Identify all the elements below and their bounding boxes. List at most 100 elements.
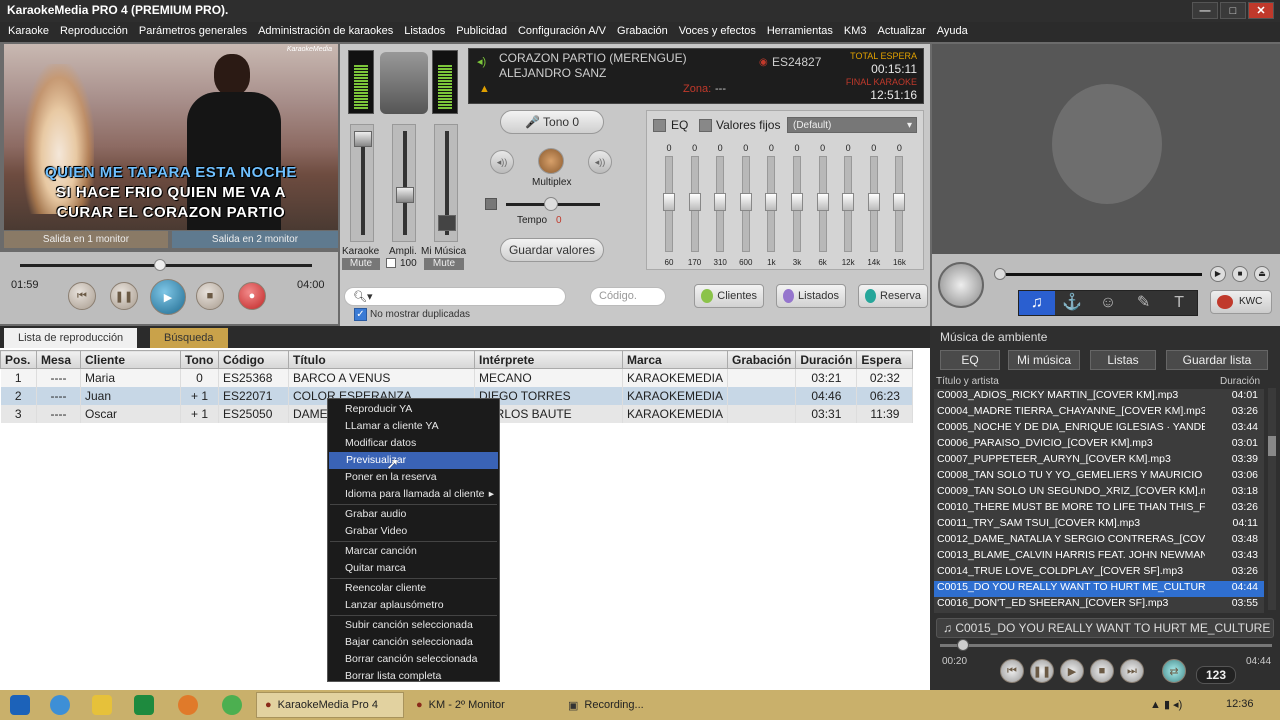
ambient-seek-knob[interactable] bbox=[994, 268, 1006, 280]
list-item[interactable]: C0015_DO YOU REALLY WANT TO HURT ME_CULT… bbox=[934, 581, 1264, 597]
tab-search[interactable]: Búsqueda bbox=[150, 328, 228, 348]
menu-parametros[interactable]: Parámetros generales bbox=[139, 25, 247, 39]
menu-item-idioma[interactable]: Idioma para llamada al cliente ▸ bbox=[328, 486, 499, 503]
col-codigo[interactable]: Código bbox=[218, 350, 289, 369]
clientes-button[interactable]: Clientes bbox=[694, 284, 764, 308]
menu-item-aplausometro[interactable]: Lanzar aplausómetro bbox=[328, 597, 499, 614]
menu-item-borrar-cancion[interactable]: Borrar canción seleccionada bbox=[328, 651, 499, 668]
eq-band-3k[interactable]: 0 3k bbox=[789, 143, 805, 267]
multiplex-button[interactable] bbox=[538, 148, 564, 174]
listas-button[interactable]: Listas bbox=[1090, 350, 1156, 370]
eq-band-600[interactable]: 0 600 bbox=[738, 143, 754, 267]
ampli-volume-slider[interactable] bbox=[392, 124, 416, 242]
menu-grabacion[interactable]: Grabación bbox=[617, 25, 668, 39]
list-item[interactable]: C0011_TRY_SAM TSUI_[COVER KM].mp3 04:11 bbox=[934, 517, 1264, 533]
reserva-button[interactable]: Reserva bbox=[858, 284, 928, 308]
eq-band-310[interactable]: 0 310 bbox=[712, 143, 728, 267]
fixed-values-checkbox[interactable] bbox=[699, 119, 712, 132]
eq-band-slider[interactable] bbox=[688, 156, 701, 252]
guardar-lista-button[interactable]: Guardar lista bbox=[1166, 350, 1268, 370]
mi-musica-button[interactable]: Mi música bbox=[1008, 350, 1080, 370]
eq-band-slider[interactable] bbox=[765, 156, 778, 252]
menu-item-poner-reserva[interactable]: Poner en la reserva bbox=[328, 469, 499, 486]
menu-publicidad[interactable]: Publicidad bbox=[456, 25, 507, 39]
tab-playlist[interactable]: Lista de reproducción bbox=[4, 328, 138, 348]
output-2-monitor-button[interactable]: Salida en 2 monitor bbox=[172, 231, 338, 248]
eq-band-slider[interactable] bbox=[867, 156, 880, 252]
col-duration-header[interactable]: Duración bbox=[1220, 376, 1260, 387]
col-tono[interactable]: Tono bbox=[180, 350, 219, 369]
col-title-header[interactable]: Título y artista bbox=[936, 376, 999, 387]
taskbar-item-km-monitor[interactable]: ● KM - 2º Monitor bbox=[408, 692, 556, 718]
pause-button[interactable]: ❚❚ bbox=[110, 282, 138, 310]
list-item[interactable]: C0016_DON'T_ED SHEERAN_[COVER SF].mp3 03:… bbox=[934, 597, 1264, 613]
tono-button[interactable]: 🎤 Tono 0 bbox=[500, 110, 604, 134]
list-item[interactable]: C0009_TAN SOLO UN SEGUNDO_XRIZ_[COVER KM… bbox=[934, 485, 1264, 501]
eq-band-170[interactable]: 0 170 bbox=[687, 143, 703, 267]
col-pos[interactable]: Pos. bbox=[0, 350, 37, 369]
list-item[interactable]: C0013_BLAME_CALVIN HARRIS FEAT. JOHN NEW… bbox=[934, 549, 1264, 565]
ambient-next-button[interactable]: ⏭ bbox=[1120, 659, 1144, 683]
eq-band-slider[interactable] bbox=[816, 156, 829, 252]
menu-administracion[interactable]: Administración de karaokes bbox=[258, 25, 393, 39]
ie-icon[interactable] bbox=[50, 695, 70, 715]
list-item[interactable]: C0012_DAME_NATALIA Y SERGIO CONTRERAS_[C… bbox=[934, 533, 1264, 549]
eq-band-6k[interactable]: 0 6k bbox=[815, 143, 831, 267]
ambient-play-icon[interactable]: ▶ bbox=[1210, 266, 1226, 282]
voice-right-icon[interactable]: ◂)) bbox=[588, 150, 612, 174]
menu-karaoke[interactable]: Karaoke bbox=[8, 25, 49, 39]
play-button[interactable]: ▶ bbox=[150, 279, 186, 315]
ambient-shuffle-button[interactable]: ⇄ bbox=[1162, 659, 1186, 683]
menu-item-bajar[interactable]: Bajar canción seleccionada bbox=[328, 634, 499, 651]
menu-item-llamar-cliente[interactable]: LLamar a cliente YA bbox=[328, 418, 499, 435]
list-item[interactable]: C0005_NOCHE Y DE DIA_ENRIQUE IGLESIAS · … bbox=[934, 421, 1264, 437]
ambient-play-button[interactable]: ▶ bbox=[1060, 659, 1084, 683]
eq-band-60[interactable]: 0 60 bbox=[661, 143, 677, 267]
search-input[interactable]: 🔍︎▾ bbox=[344, 287, 566, 306]
ambient-progress-knob[interactable] bbox=[957, 639, 970, 651]
seek-knob[interactable] bbox=[154, 259, 167, 271]
save-values-button[interactable]: Guardar valores bbox=[500, 238, 604, 262]
col-espera[interactable]: Espera bbox=[856, 350, 914, 369]
output-1-monitor-button[interactable]: Salida en 1 monitor bbox=[4, 231, 168, 248]
list-item[interactable]: C0014_TRUE LOVE_COLDPLAY_[COVER SF].mp3 0… bbox=[934, 565, 1264, 581]
menu-item-previsualizar[interactable]: Previsualizar bbox=[329, 452, 498, 469]
taskbar-item-karaokemedia[interactable]: ● KaraokeMedia Pro 4 bbox=[256, 692, 404, 718]
excel-icon[interactable] bbox=[134, 695, 154, 715]
brush-icon[interactable]: ✎ bbox=[1126, 291, 1162, 315]
ambient-scrollbar[interactable] bbox=[1268, 388, 1276, 610]
eq-band-slider[interactable] bbox=[714, 156, 727, 252]
eject-icon[interactable]: ⏏ bbox=[1254, 266, 1270, 282]
eq-band-slider[interactable] bbox=[893, 156, 906, 252]
list-item[interactable]: C0004_MADRE TIERRA_CHAYANNE_[COVER KM].m… bbox=[934, 405, 1264, 421]
ambient-seek-bar[interactable] bbox=[1006, 273, 1202, 276]
eq-band-1k[interactable]: 0 1k bbox=[763, 143, 779, 267]
previous-button[interactable]: ⏮ bbox=[68, 282, 96, 310]
mimusica-mute-button[interactable]: Mute bbox=[424, 258, 464, 270]
list-item[interactable]: C0010_THERE MUST BE MORE TO LIFE THAN TH… bbox=[934, 501, 1264, 517]
taskbar-item-recording[interactable]: ▣ Recording... bbox=[560, 692, 708, 718]
table-row[interactable]: 1 ---- Maria 0 ES25368 BARCO A VENUS MECANO KAR… bbox=[0, 368, 914, 387]
col-titulo[interactable]: Título bbox=[288, 350, 475, 369]
record-button[interactable]: ● bbox=[238, 282, 266, 310]
menu-ayuda[interactable]: Ayuda bbox=[937, 25, 968, 39]
ambient-prev-button[interactable]: ⏮ bbox=[1000, 659, 1024, 683]
eq-band-slider[interactable] bbox=[842, 156, 855, 252]
karaoke-mute-button[interactable]: Mute bbox=[342, 258, 380, 270]
list-item[interactable]: C0006_PARAISO_DVICIO_[COVER KM].mp3 03:01 bbox=[934, 437, 1264, 453]
menu-listados[interactable]: Listados bbox=[404, 25, 445, 39]
kwc-button[interactable]: KWC bbox=[1210, 290, 1272, 314]
eq-band-14k[interactable]: 0 14k bbox=[866, 143, 882, 267]
ampli-checkbox[interactable] bbox=[386, 258, 396, 268]
menu-voces[interactable]: Voces y efectos bbox=[679, 25, 756, 39]
menu-actualizar[interactable]: Actualizar bbox=[878, 25, 926, 39]
karaoke-icon[interactable]: ⚓ bbox=[1055, 291, 1091, 315]
tray-icons[interactable]: ▲ ▮ ◂) bbox=[1150, 698, 1182, 711]
eq-band-16k[interactable]: 0 16k bbox=[891, 143, 907, 267]
mimusica-volume-slider[interactable] bbox=[434, 124, 458, 242]
col-marca[interactable]: Marca bbox=[621, 350, 729, 369]
music-icon[interactable]: ♫ bbox=[1019, 291, 1055, 315]
list-item[interactable]: C0008_TAN SOLO TU Y YO_GEMELIERS Y MAURI… bbox=[934, 469, 1264, 485]
text-icon[interactable]: T bbox=[1161, 291, 1197, 315]
ambient-stop-icon[interactable]: ■ bbox=[1232, 266, 1248, 282]
